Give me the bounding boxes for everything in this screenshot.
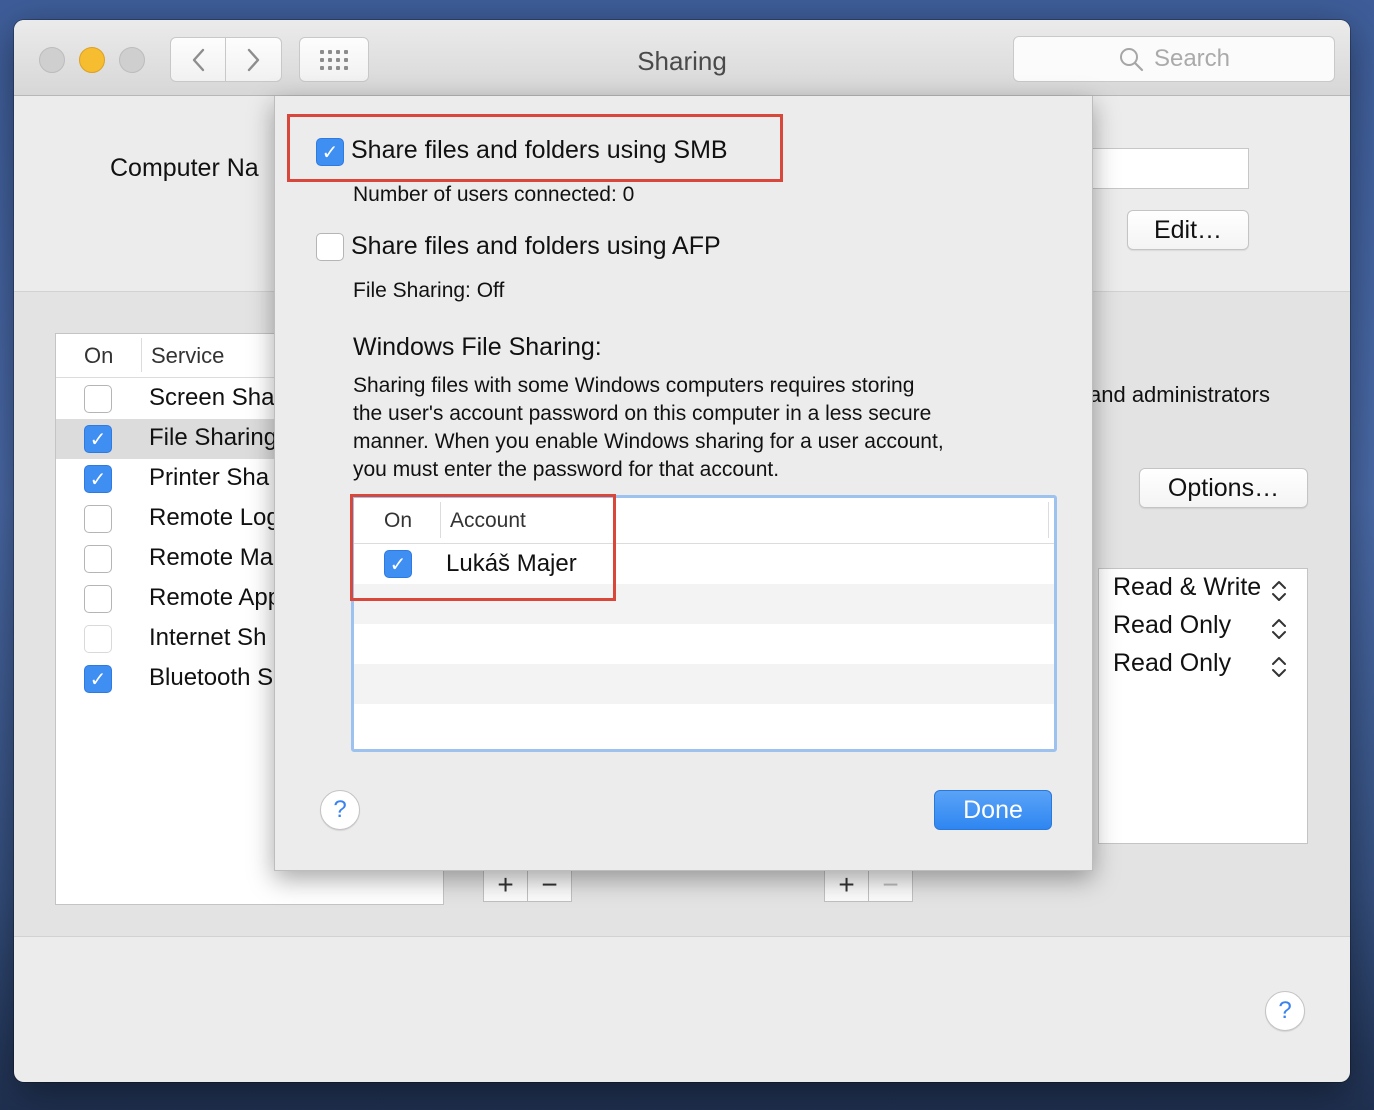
done-button[interactable]: Done: [934, 790, 1052, 830]
column-divider: [1048, 502, 1049, 538]
service-checkbox[interactable]: ✓: [84, 665, 112, 693]
account-row-empty: [354, 624, 1054, 664]
description-line: manner. When you enable Windows sharing …: [353, 430, 944, 453]
updown-chevron-icon[interactable]: [1269, 615, 1289, 643]
permissions-list: Read & Write Read Only Read Only: [1098, 568, 1308, 844]
search-placeholder: Search: [1153, 45, 1231, 72]
windows-sharing-description: Sharing files with some Windows computer…: [353, 372, 1043, 484]
help-button[interactable]: ?: [320, 790, 360, 830]
permission-label: Read & Write: [1113, 573, 1262, 601]
service-label: Screen Sha: [149, 384, 275, 411]
remove-button[interactable]: −: [868, 869, 912, 901]
edit-button[interactable]: Edit…: [1127, 210, 1249, 250]
service-checkbox[interactable]: [84, 545, 112, 573]
computer-name-label: Computer Na: [110, 154, 259, 182]
permission-label: Read Only: [1113, 611, 1232, 639]
permission-row[interactable]: Read Only: [1113, 611, 1231, 640]
users-add-remove: + −: [824, 868, 913, 902]
computer-name-field[interactable]: [1074, 148, 1249, 189]
title-bar: Sharing Search: [14, 20, 1350, 96]
service-label: File Sharing: [149, 424, 278, 451]
smb-status-text: Number of users connected: 0: [353, 183, 635, 206]
help-button[interactable]: ?: [1265, 991, 1305, 1031]
account-row-empty: [354, 664, 1054, 704]
service-checkbox[interactable]: [84, 585, 112, 613]
on-column-header[interactable]: On: [84, 343, 113, 369]
access-description-text: and administrators: [1089, 382, 1270, 407]
service-label: Remote App: [149, 584, 282, 611]
smb-highlight-box: [287, 114, 783, 182]
permission-row[interactable]: Read Only: [1113, 649, 1231, 678]
service-checkbox[interactable]: [84, 625, 112, 653]
service-label: Internet Sh: [149, 624, 267, 651]
column-divider: [141, 338, 142, 372]
description-line: Sharing files with some Windows computer…: [353, 374, 915, 397]
permission-row[interactable]: Read & Write: [1113, 573, 1261, 602]
search-field[interactable]: Search: [1013, 36, 1335, 82]
updown-chevron-icon[interactable]: [1269, 577, 1289, 605]
afp-status-text: File Sharing: Off: [353, 279, 505, 302]
afp-checkbox[interactable]: [316, 233, 344, 261]
service-checkbox[interactable]: [84, 505, 112, 533]
remove-button[interactable]: −: [527, 869, 571, 901]
account-highlight-box: [350, 494, 616, 601]
service-checkbox[interactable]: [84, 385, 112, 413]
description-line: the user's account password on this comp…: [353, 402, 932, 425]
shared-folders-add-remove: + −: [483, 868, 572, 902]
service-checkbox[interactable]: ✓: [84, 465, 112, 493]
service-label: Remote Ma: [149, 544, 274, 571]
service-label: Printer Sha: [149, 464, 270, 491]
service-label: Bluetooth S: [149, 664, 274, 691]
add-button[interactable]: +: [825, 869, 868, 901]
service-label: Remote Log: [149, 504, 280, 531]
options-button[interactable]: Options…: [1139, 468, 1308, 508]
windows-sharing-heading: Windows File Sharing:: [353, 333, 602, 361]
add-button[interactable]: +: [484, 869, 527, 901]
service-checkbox[interactable]: ✓: [84, 425, 112, 453]
file-sharing-options-sheet: ✓ Share files and folders using SMB Numb…: [274, 96, 1093, 871]
afp-label[interactable]: Share files and folders using AFP: [351, 232, 721, 261]
account-row-empty: [354, 704, 1054, 744]
description-line: you must enter the password for that acc…: [353, 458, 780, 481]
permission-label: Read Only: [1113, 649, 1232, 677]
service-column-header[interactable]: Service: [151, 343, 224, 369]
search-icon: [1119, 48, 1144, 72]
updown-chevron-icon[interactable]: [1269, 653, 1289, 681]
